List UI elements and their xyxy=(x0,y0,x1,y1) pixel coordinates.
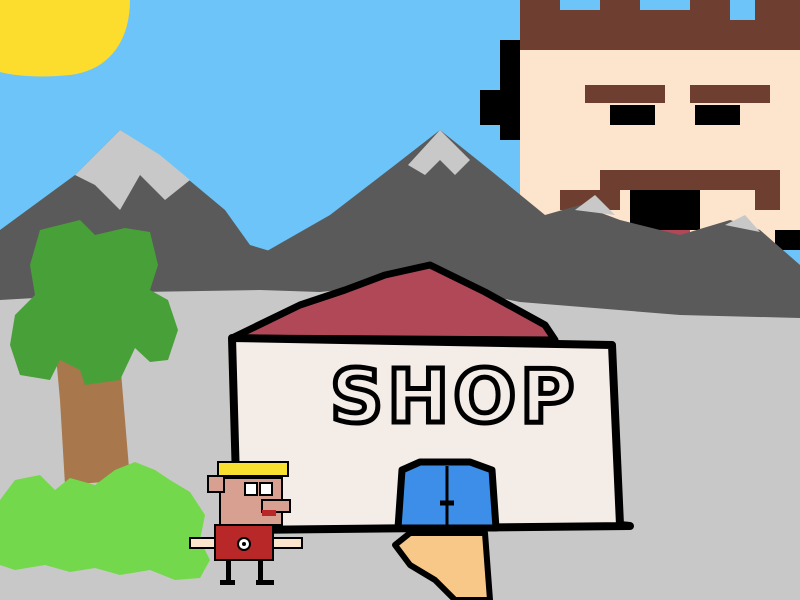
scene-canvas: SHOP xyxy=(0,0,800,600)
game-scene: SHOP xyxy=(0,0,800,600)
shop-sign-text: SHOP xyxy=(330,354,578,440)
shop-door[interactable] xyxy=(394,458,500,532)
